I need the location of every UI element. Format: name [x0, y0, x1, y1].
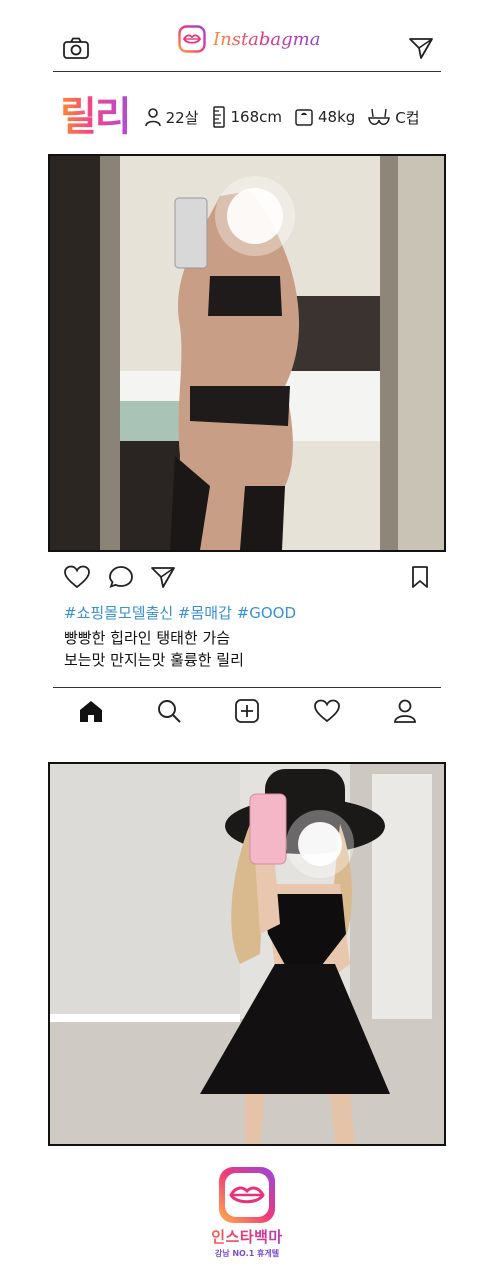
heart-icon[interactable]	[64, 565, 90, 589]
heart-icon[interactable]	[314, 698, 340, 724]
cup-value: C컵	[395, 108, 420, 127]
camera-icon[interactable]	[62, 36, 90, 60]
share-icon[interactable]	[150, 565, 176, 589]
scale-icon	[295, 109, 313, 126]
bookmark-icon[interactable]	[410, 565, 430, 589]
post-photo-2[interactable]	[48, 762, 446, 1146]
cup-stat: C컵	[367, 107, 420, 128]
footer-title: 인스타백마	[190, 1226, 304, 1247]
post-actions	[64, 565, 434, 591]
footer-subtitle: 강남 NO.1 휴게텔	[214, 1249, 280, 1258]
lips-logo-icon	[219, 1167, 275, 1223]
bra-icon	[368, 108, 391, 125]
lips-logo-icon	[178, 25, 206, 53]
caption-line-2: 보는맛 만지는맛 훌륭한 릴리	[64, 651, 244, 669]
caption-line-1: 빵빵한 힙라인 탱태한 가슴	[64, 629, 231, 647]
top-bar: Instabagma	[0, 0, 494, 72]
height-value: 168cm	[230, 108, 283, 126]
post-photo-1[interactable]	[48, 154, 446, 552]
add-post-icon[interactable]	[234, 698, 260, 724]
footer-brand[interactable]: 인스타백마 강남 NO.1 휴게텔	[190, 1166, 304, 1278]
person-icon	[144, 108, 161, 127]
ruler-icon	[212, 106, 225, 128]
profile-icon[interactable]	[392, 698, 418, 724]
weight-stat: 48kg	[294, 107, 355, 127]
brand[interactable]: Instabagma	[178, 24, 320, 54]
weight-value: 48kg	[318, 108, 356, 126]
age-stat: 22살	[144, 107, 199, 128]
profile-name: 릴리	[60, 94, 132, 140]
home-icon[interactable]	[78, 698, 104, 724]
age-value: 22살	[165, 108, 199, 127]
photo-1-image	[50, 156, 444, 550]
nav-divider	[53, 687, 441, 688]
send-icon[interactable]	[408, 36, 434, 60]
photo-2-image	[50, 764, 444, 1144]
hashtags[interactable]: #쇼핑몰모델출신 #몸매갑 #GOOD	[64, 602, 296, 623]
brand-name: Instabagma	[213, 28, 321, 50]
search-icon[interactable]	[156, 698, 182, 724]
profile-info: 릴리 22살 168cm 48kg C컵	[60, 94, 480, 140]
height-stat: 168cm	[211, 106, 283, 128]
header-divider	[53, 71, 441, 72]
comment-icon[interactable]	[108, 565, 134, 589]
bottom-nav	[53, 698, 441, 726]
